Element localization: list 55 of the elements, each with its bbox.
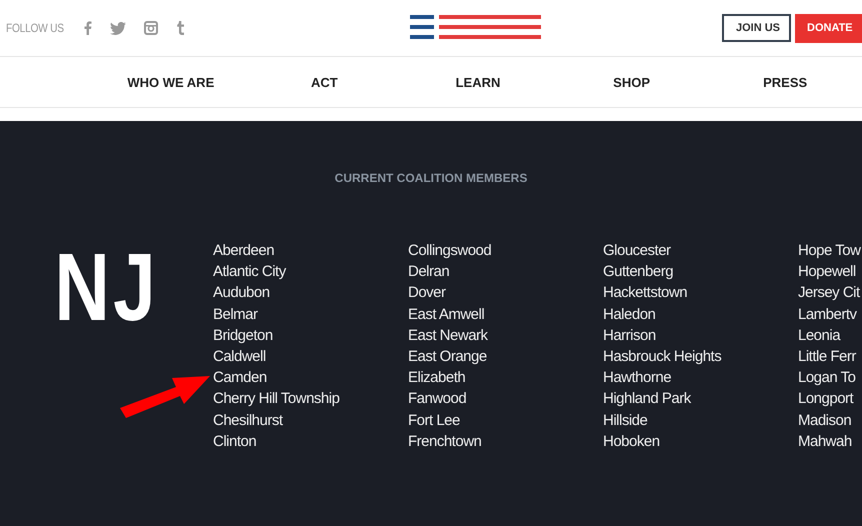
city-name: Guttenberg (603, 262, 674, 282)
city-name: Hope Tow (798, 241, 862, 261)
city-name: Haledon (603, 304, 656, 325)
city-name: Mahwah (798, 432, 853, 452)
city-name: Longport (798, 389, 854, 410)
city-name: Delran (408, 262, 450, 282)
city-name: Jersey Cit (798, 283, 861, 304)
city-name: Hawthorne (603, 368, 672, 388)
instagram-icon[interactable] (144, 21, 158, 35)
city-name: Bridgeton (213, 326, 274, 346)
city-name: Elizabeth (408, 368, 466, 388)
city-name: Little Ferr (798, 347, 858, 368)
flag-logo[interactable] (410, 15, 542, 39)
city-name: Leonia (798, 326, 842, 346)
nav-link[interactable]: WHO WE ARE (94, 74, 248, 90)
city-name: Atlantic City (213, 262, 288, 282)
city-name: Logan To (798, 368, 856, 388)
city-name: Chesilhurst (213, 410, 284, 431)
join-button[interactable]: JOIN US (722, 14, 791, 42)
section-heading: CURRENT COALITION MEMBERS (334, 171, 528, 185)
city-name: Harrison (603, 326, 657, 346)
city-name: East Orange (408, 347, 488, 368)
nav-link[interactable]: SHOP (554, 74, 708, 90)
city-name: Audubon (213, 283, 271, 304)
city-name: Fanwood (408, 389, 468, 410)
city-name: Aberdeen (213, 241, 276, 261)
city-name: Collingswood (408, 241, 492, 261)
city-name: Caldwell (213, 347, 267, 368)
city-name: Fort Lee (408, 410, 461, 431)
city-name: Hoboken (603, 432, 661, 452)
nav-link[interactable]: LEARN (401, 74, 555, 90)
city-name: Madison (798, 410, 852, 431)
city-name: Highland Park (603, 389, 692, 410)
follow-label: FOLLOW US (6, 21, 64, 35)
city-name: Hasbrouck Heights (603, 347, 722, 368)
twitter-icon[interactable] (110, 22, 126, 34)
facebook-icon[interactable] (84, 21, 92, 35)
city-name: Hopewell (798, 262, 857, 282)
city-name: Dover (408, 283, 447, 304)
city-name: Hillside (603, 410, 648, 431)
city-name: East Amwell (408, 304, 486, 325)
nav-link[interactable]: ACT (248, 74, 402, 90)
state-label: NJ (53, 240, 160, 336)
city-name: Belmar (213, 304, 259, 325)
city-name: Camden (213, 368, 268, 388)
city-name: Hackettstown (603, 283, 688, 304)
city-name: East Newark (408, 326, 489, 346)
nav-link[interactable]: PRESS (708, 74, 862, 90)
city-name: Lambertv (798, 304, 858, 325)
city-name: Frenchtown (408, 432, 482, 452)
city-name: Gloucester (603, 241, 672, 261)
city-name: Cherry Hill Township (213, 389, 340, 410)
tumblr-icon[interactable] (176, 21, 185, 35)
city-name: Clinton (213, 432, 258, 452)
donate-button[interactable]: DONATE (795, 14, 862, 42)
